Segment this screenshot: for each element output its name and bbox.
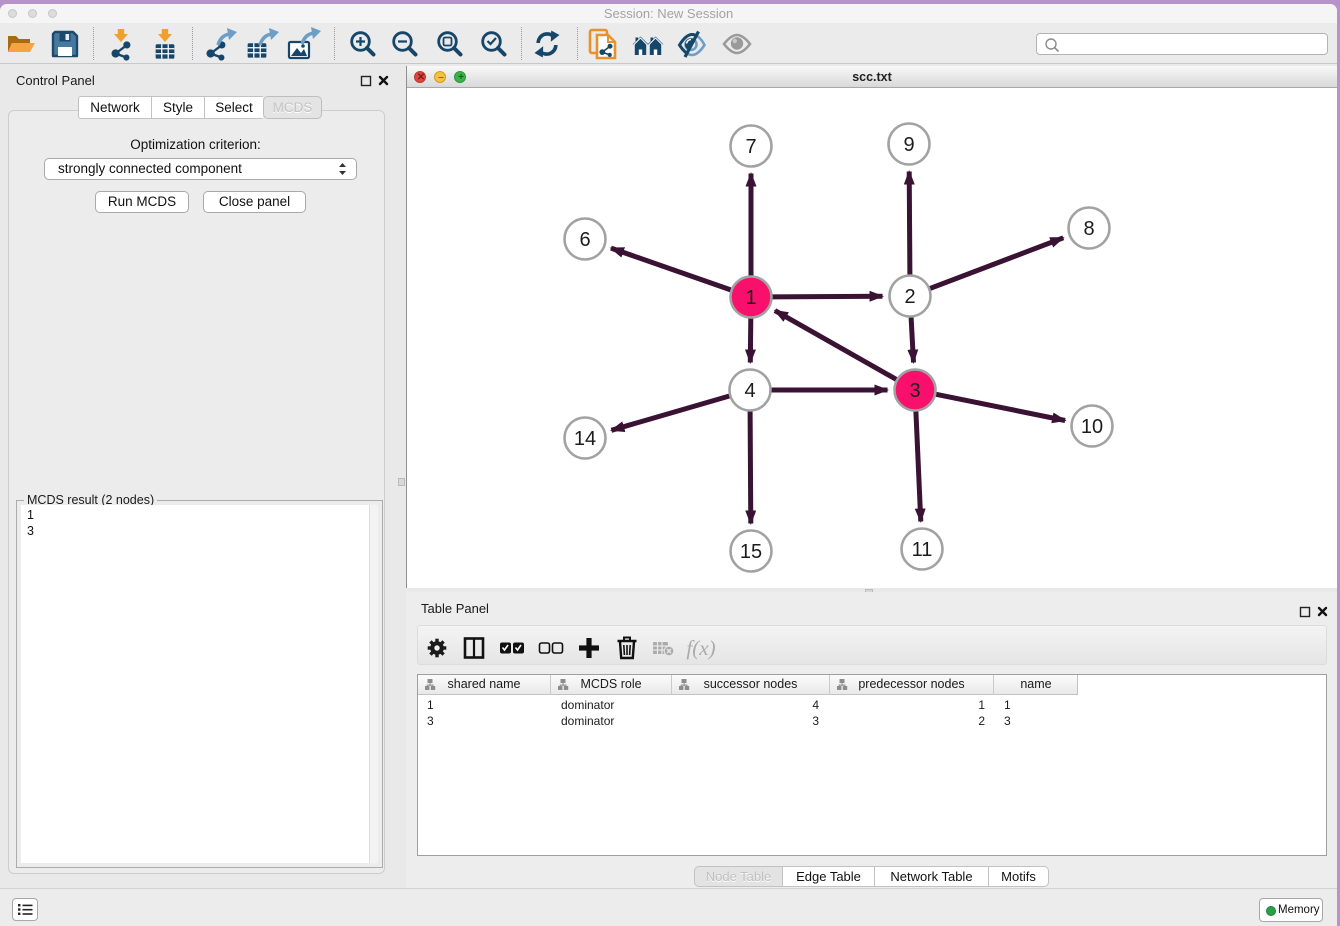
svg-text:7: 7 — [745, 136, 756, 158]
svg-text:9: 9 — [903, 134, 914, 156]
svg-text:4: 4 — [744, 380, 755, 402]
svg-text:14: 14 — [574, 428, 596, 450]
svg-text:2: 2 — [904, 286, 915, 308]
svg-text:8: 8 — [1083, 218, 1094, 240]
svg-text:f(x): f(x) — [686, 636, 715, 660]
svg-text:3: 3 — [909, 380, 920, 402]
svg-text:6: 6 — [579, 229, 590, 251]
svg-text:11: 11 — [912, 539, 933, 561]
svg-text:10: 10 — [1081, 416, 1103, 438]
svg-text:1: 1 — [745, 287, 756, 309]
svg-text:15: 15 — [740, 541, 762, 563]
